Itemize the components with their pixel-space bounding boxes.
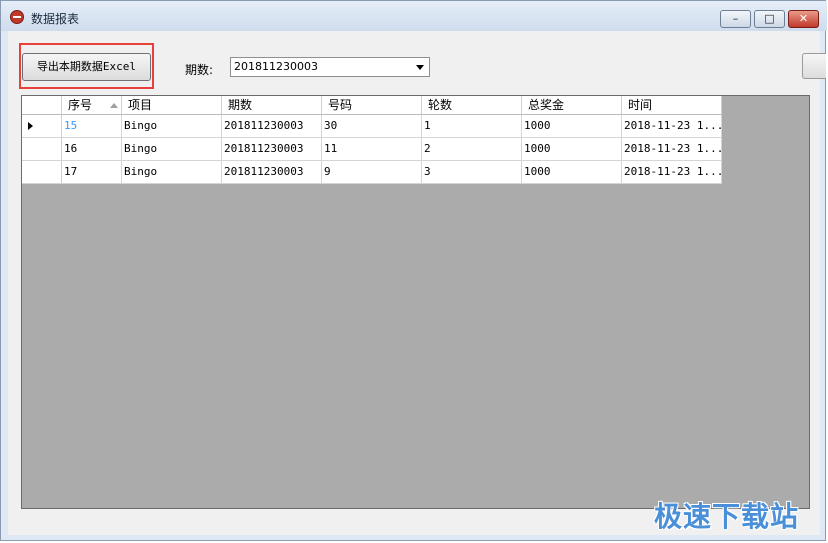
period-label: 期数: bbox=[185, 63, 214, 77]
table-cell[interactable]: 1000 bbox=[522, 138, 622, 161]
sort-ascending-icon bbox=[110, 103, 118, 108]
table-cell[interactable]: 201811230003 bbox=[222, 161, 322, 184]
table-cell[interactable]: 3 bbox=[422, 161, 522, 184]
app-window: 数据报表 – □ ✕ 导出本期数据Excel 期数: 201811230003 … bbox=[0, 0, 827, 541]
table-cell[interactable]: 2 bbox=[422, 138, 522, 161]
period-select-value: 201811230003 bbox=[234, 60, 318, 73]
partial-button[interactable] bbox=[802, 53, 826, 79]
export-excel-button[interactable]: 导出本期数据Excel bbox=[22, 53, 151, 81]
column-header-number[interactable]: 号码 bbox=[322, 96, 422, 115]
table-cell[interactable]: 30 bbox=[322, 115, 422, 138]
column-header-item[interactable]: 项目 bbox=[122, 96, 222, 115]
table-cell[interactable]: Bingo bbox=[122, 138, 222, 161]
title-bar[interactable]: 数据报表 – □ ✕ bbox=[1, 1, 827, 31]
data-grid[interactable]: 序号 项目 期数 号码 轮数 总奖金 时间 15 Bingo 201811230… bbox=[21, 95, 810, 509]
table-cell[interactable]: 16 bbox=[62, 138, 122, 161]
window-title: 数据报表 bbox=[31, 12, 80, 26]
table-cell[interactable]: 9 bbox=[322, 161, 422, 184]
table-cell[interactable]: 1000 bbox=[522, 115, 622, 138]
column-header-round[interactable]: 轮数 bbox=[422, 96, 522, 115]
client-area: 导出本期数据Excel 期数: 201811230003 序号 项目 期数 号码… bbox=[8, 31, 826, 535]
table-cell[interactable]: 15 bbox=[62, 115, 122, 138]
column-header-period[interactable]: 期数 bbox=[222, 96, 322, 115]
table-cell[interactable]: Bingo bbox=[122, 115, 222, 138]
corner-header bbox=[22, 96, 62, 115]
table-cell[interactable]: 17 bbox=[62, 161, 122, 184]
current-row-icon bbox=[28, 122, 33, 130]
app-icon bbox=[10, 10, 24, 24]
table-cell[interactable]: 11 bbox=[322, 138, 422, 161]
column-header-prize[interactable]: 总奖金 bbox=[522, 96, 622, 115]
table-cell[interactable]: 201811230003 bbox=[222, 138, 322, 161]
row-header[interactable] bbox=[22, 115, 62, 138]
table-cell[interactable]: 2018-11-23 1... bbox=[622, 161, 722, 184]
period-select[interactable]: 201811230003 bbox=[230, 57, 430, 77]
table-cell[interactable]: Bingo bbox=[122, 161, 222, 184]
row-header[interactable] bbox=[22, 161, 62, 184]
table-cell[interactable]: 1 bbox=[422, 115, 522, 138]
row-header[interactable] bbox=[22, 138, 62, 161]
watermark: 极速下载站 bbox=[654, 500, 800, 533]
table-cell[interactable]: 2018-11-23 1... bbox=[622, 115, 722, 138]
maximize-button[interactable]: □ bbox=[754, 10, 785, 28]
column-header-index[interactable]: 序号 bbox=[62, 96, 122, 115]
minimize-button[interactable]: – bbox=[720, 10, 751, 28]
column-header-time[interactable]: 时间 bbox=[622, 96, 722, 115]
table-cell[interactable]: 201811230003 bbox=[222, 115, 322, 138]
close-button[interactable]: ✕ bbox=[788, 10, 819, 28]
table-cell[interactable]: 2018-11-23 1... bbox=[622, 138, 722, 161]
table-cell[interactable]: 1000 bbox=[522, 161, 622, 184]
chevron-down-icon[interactable] bbox=[416, 65, 424, 70]
